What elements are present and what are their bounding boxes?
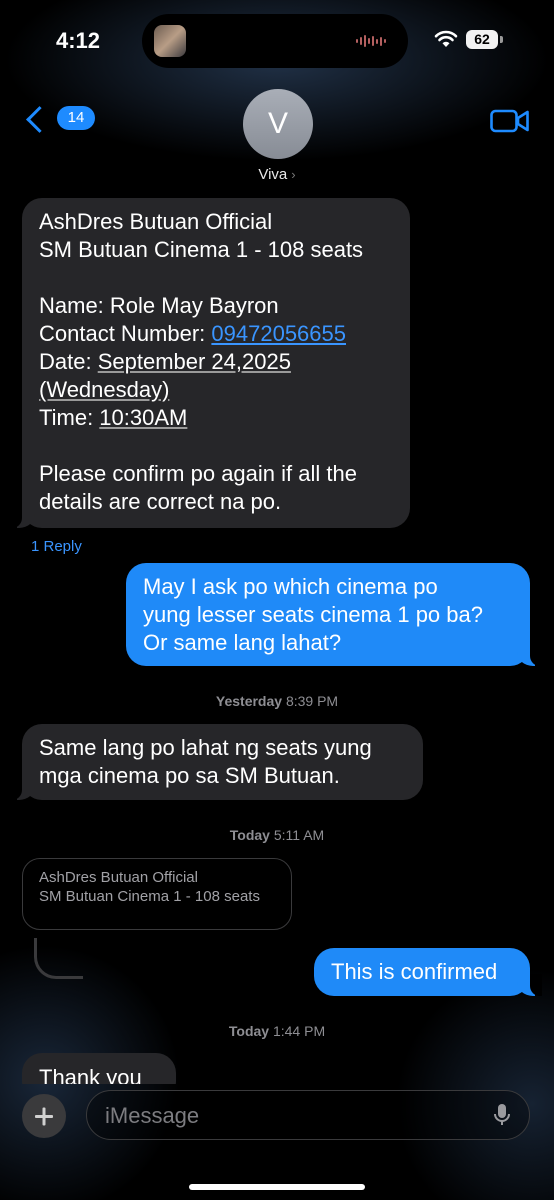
chevron-right-icon: › — [291, 167, 296, 182]
now-playing-artwork — [154, 25, 186, 57]
message-line: yung lesser seats cinema 1 po ba? — [143, 602, 483, 627]
thread-reply-link[interactable]: 1 Reply — [31, 538, 82, 555]
contact-number-line: Contact Number: 09472056655 — [39, 320, 393, 348]
reply-thread-line — [34, 938, 83, 979]
conversation-header: 14 V Viva › — [0, 80, 554, 196]
date-line: Date: September 24,2025 — [39, 348, 393, 376]
timestamp-day: Today — [229, 827, 270, 843]
outgoing-message-question[interactable]: May I ask po which cinema po yung lesser… — [126, 563, 542, 666]
timestamp-day: Yesterday — [215, 693, 283, 709]
quote-line: SM Butuan Cinema 1 - 108 seats — [39, 888, 260, 905]
quote-line: AshDres Butuan Official — [39, 869, 198, 886]
timestamp: Today 1:44 PM — [0, 1023, 554, 1039]
time-label: Time: — [39, 405, 100, 430]
incoming-message-answer[interactable]: Same lang po lahat ng seats yung mga cin… — [10, 724, 423, 800]
compose-bar — [0, 1084, 554, 1200]
contact-name-button[interactable]: Viva › — [0, 166, 554, 183]
incoming-message-thanks[interactable]: Thank you — [22, 1053, 176, 1084]
unread-count-badge: 14 — [57, 106, 95, 130]
back-button[interactable]: 14 — [22, 105, 95, 133]
phone-number-link[interactable]: 09472056655 — [211, 321, 346, 346]
contact-name: Viva — [258, 166, 288, 183]
message-line: AshDres Butuan Official — [39, 209, 273, 234]
message-thread[interactable]: AshDres Butuan Official SM Butuan Cinema… — [0, 196, 554, 1084]
message-line: SM Butuan Cinema 1 - 108 seats — [39, 237, 364, 262]
outgoing-message-confirmed[interactable]: This is confirmed — [314, 948, 542, 996]
quoted-message[interactable]: AshDres Butuan Official SM Butuan Cinema… — [22, 858, 292, 930]
dynamic-island[interactable] — [142, 14, 408, 68]
incoming-message-booking[interactable]: AshDres Butuan Official SM Butuan Cinema… — [10, 198, 410, 528]
time-line: Time: 10:30AM — [39, 404, 393, 432]
message-line: Please confirm po again if all the — [39, 461, 357, 486]
battery-indicator: 62 — [466, 30, 498, 49]
timestamp-time: 1:44 PM — [272, 1023, 326, 1039]
contact-number-label: Contact Number: — [39, 321, 212, 346]
weekday-link[interactable]: (Wednesday) — [39, 377, 169, 402]
timestamp: Today 5:11 AM — [0, 827, 554, 843]
date-label: Date: — [39, 349, 98, 374]
date-link[interactable]: September 24,2025 — [98, 349, 291, 374]
date-line-2: (Wednesday) — [39, 376, 393, 404]
timestamp-time: 8:39 PM — [285, 693, 339, 709]
timestamp: Yesterday 8:39 PM — [0, 693, 554, 709]
home-indicator[interactable] — [189, 1184, 365, 1190]
message-line: Name: Role May Bayron — [39, 293, 279, 318]
message-line: mga cinema po sa SM Butuan. — [39, 763, 340, 788]
timestamp-day: Today — [228, 1023, 270, 1039]
microphone-icon[interactable] — [493, 1103, 511, 1127]
chevron-left-icon — [26, 105, 53, 133]
time-link[interactable]: 10:30AM — [99, 405, 187, 430]
message-line: May I ask po which cinema po — [143, 574, 438, 599]
video-call-icon[interactable] — [490, 108, 530, 134]
message-field[interactable] — [86, 1090, 530, 1140]
contact-avatar[interactable]: V — [243, 89, 313, 159]
message-line: This is confirmed — [331, 959, 498, 984]
status-bar: 4:12 62 — [0, 0, 554, 80]
audio-waveform-icon — [356, 34, 386, 48]
plus-icon[interactable] — [22, 1094, 66, 1138]
message-line: Or same lang lahat? — [143, 630, 342, 655]
status-time: 4:12 — [56, 28, 101, 53]
message-input[interactable] — [103, 1101, 477, 1131]
message-line: details are correct na po. — [39, 489, 282, 514]
timestamp-time: 5:11 AM — [273, 827, 325, 843]
battery-tip — [500, 36, 503, 43]
message-line: Same lang po lahat ng seats yung — [39, 735, 372, 760]
wifi-icon — [434, 30, 458, 47]
message-line: Thank you — [39, 1065, 142, 1084]
